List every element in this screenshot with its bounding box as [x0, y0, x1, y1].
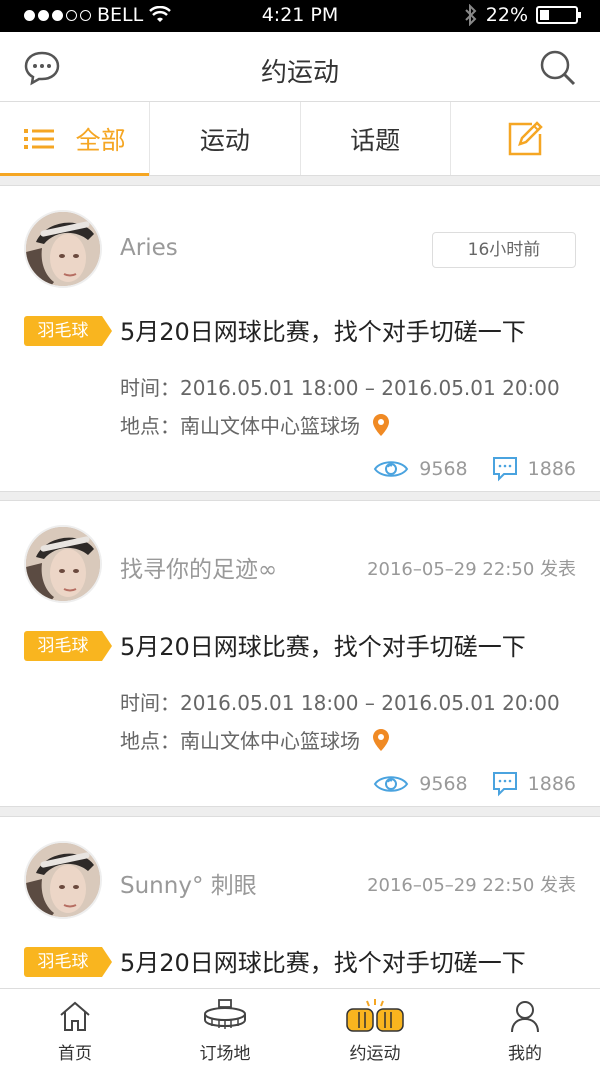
post-title[interactable]: 5月20日网球比赛，找个对手切磋一下 — [120, 627, 526, 662]
avatar[interactable] — [24, 525, 102, 603]
post-stats: 9568 1886 — [373, 771, 576, 797]
views-stat: 9568 — [373, 773, 468, 795]
tab-sports-label: 运动 — [199, 125, 250, 155]
tabbar-sports[interactable]: 约运动 — [300, 989, 450, 1067]
location-text: 地点：南山文体中心篮球场 — [120, 414, 360, 438]
tabbar-home-label: 首页 — [58, 1044, 92, 1064]
tab-topics[interactable]: 话题 — [301, 102, 451, 175]
event-time: 时间：2016.05.01 18:00 – 2016.05.01 20:00 — [120, 376, 560, 400]
tabbar-venue-label: 订场地 — [199, 1044, 251, 1064]
fist-bump-icon — [346, 999, 404, 1032]
comment-icon — [492, 772, 517, 797]
location-text: 地点：南山文体中心篮球场 — [120, 729, 360, 753]
search-button[interactable] — [538, 48, 578, 88]
list-icon — [23, 128, 54, 149]
views-count: 9568 — [419, 773, 468, 795]
comments-stat[interactable]: 1886 — [492, 456, 576, 482]
event-location: 地点：南山文体中心篮球场 — [120, 410, 390, 439]
avatar[interactable] — [24, 841, 102, 919]
category-tabs: 全部 运动 话题 — [0, 102, 600, 176]
post-feed: Aries 16小时前 羽毛球 5月20日网球比赛，找个对手切磋一下 时间：20… — [0, 176, 600, 988]
status-bar: BELL 4:21 PM 22% — [0, 0, 600, 32]
comments-count: 1886 — [527, 773, 576, 795]
author-name[interactable]: 找寻你的足迹∞ — [120, 550, 277, 584]
tabbar-mine[interactable]: 我的 — [450, 989, 600, 1067]
post-title[interactable]: 5月20日网球比赛，找个对手切磋一下 — [120, 312, 526, 347]
page-title: 约运动 — [260, 58, 339, 88]
author-name[interactable]: Sunny° 刺眼 — [120, 866, 257, 900]
nav-bar: 约运动 — [0, 32, 600, 102]
edit-icon — [509, 120, 544, 155]
tab-all[interactable]: 全部 — [0, 102, 151, 176]
bluetooth-icon — [465, 4, 477, 26]
status-right: 22% — [464, 4, 581, 26]
bottom-tab-bar: 首页 订场地 约运动 我的 — [0, 988, 600, 1067]
battery-percent: 22% — [485, 4, 528, 26]
comments-count: 1886 — [527, 458, 576, 480]
event-location: 地点：南山文体中心篮球场 — [120, 725, 390, 754]
eye-icon — [374, 776, 409, 792]
tabbar-home[interactable]: 首页 — [0, 989, 150, 1067]
posted-time: 2016–05–29 22:50 发表 — [367, 875, 576, 896]
sport-tag: 羽毛球 — [24, 631, 112, 661]
tabbar-sports-label: 约运动 — [349, 1044, 401, 1064]
time-badge: 16小时前 — [432, 232, 576, 268]
tab-sports[interactable]: 运动 — [150, 102, 301, 175]
tab-topics-label: 话题 — [350, 125, 401, 155]
post-stats: 9568 1886 — [373, 456, 576, 482]
views-stat: 9568 — [373, 458, 468, 480]
author-name[interactable]: Aries — [120, 235, 178, 261]
location-pin-icon — [373, 728, 389, 751]
posted-time: 2016–05–29 22:50 发表 — [367, 559, 576, 580]
sport-tag: 羽毛球 — [24, 947, 112, 977]
home-icon — [60, 1001, 90, 1031]
avatar[interactable] — [24, 210, 102, 288]
comment-icon — [492, 457, 517, 482]
battery-icon — [536, 6, 581, 24]
tab-all-label: 全部 — [75, 125, 126, 155]
stadium-icon — [204, 999, 246, 1029]
tabbar-venue[interactable]: 订场地 — [150, 989, 300, 1067]
views-count: 9568 — [419, 458, 468, 480]
compose-button[interactable] — [451, 102, 600, 175]
tabbar-mine-label: 我的 — [508, 1044, 542, 1064]
event-time: 时间：2016.05.01 18:00 – 2016.05.01 20:00 — [120, 691, 560, 715]
comments-stat[interactable]: 1886 — [492, 771, 576, 797]
location-pin-icon — [373, 413, 389, 436]
eye-icon — [374, 461, 409, 477]
sport-tag: 羽毛球 — [24, 316, 112, 346]
search-icon — [540, 50, 576, 86]
post-card[interactable]: 找寻你的足迹∞ 2016–05–29 22:50 发表 羽毛球 5月20日网球比… — [0, 500, 600, 807]
post-title[interactable]: 5月20日网球比赛，找个对手切磋一下 — [120, 943, 526, 978]
person-icon — [511, 1001, 539, 1033]
post-card[interactable]: Sunny° 刺眼 2016–05–29 22:50 发表 羽毛球 5月20日网… — [0, 816, 600, 988]
post-card[interactable]: Aries 16小时前 羽毛球 5月20日网球比赛，找个对手切磋一下 时间：20… — [0, 185, 600, 492]
